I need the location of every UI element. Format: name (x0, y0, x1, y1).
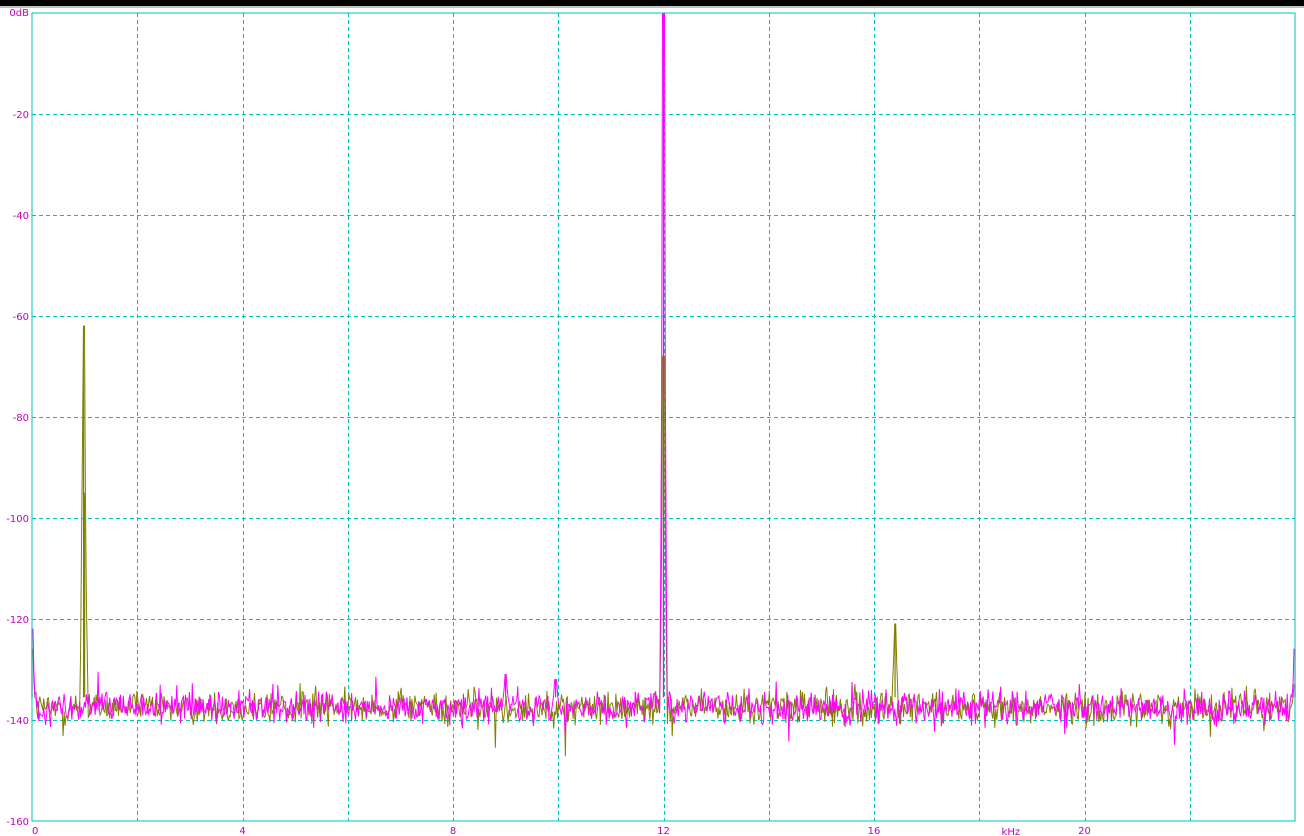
y-tick-label: -120 (6, 615, 29, 626)
x-tick-label: 12 (657, 826, 670, 836)
y-tick-label: 0dB (9, 8, 29, 19)
y-tick-label: -100 (6, 514, 29, 525)
y-tick-label: -20 (13, 110, 29, 121)
y-tick-label: -80 (13, 413, 29, 424)
x-tick-label: 8 (450, 826, 456, 836)
x-tick-label: 20 (1078, 826, 1091, 836)
x-axis-label: kHz (1002, 827, 1021, 836)
spectrum-chart: 0dB -20 -40 -60 -80 -100 -120 -140 -1600 4 8 12 16 20… (6, 8, 1296, 836)
chart-series-group (31, 12, 1296, 757)
y-tick-label: -40 (13, 211, 29, 222)
x-tick-label: 16 (868, 826, 881, 836)
y-tick-label: -160 (6, 817, 29, 828)
y-tick-label: -60 (13, 312, 29, 323)
x-tick-label: 4 (239, 826, 245, 836)
y-tick-label: -140 (6, 716, 29, 727)
x-tick-label: 0 (32, 826, 38, 836)
